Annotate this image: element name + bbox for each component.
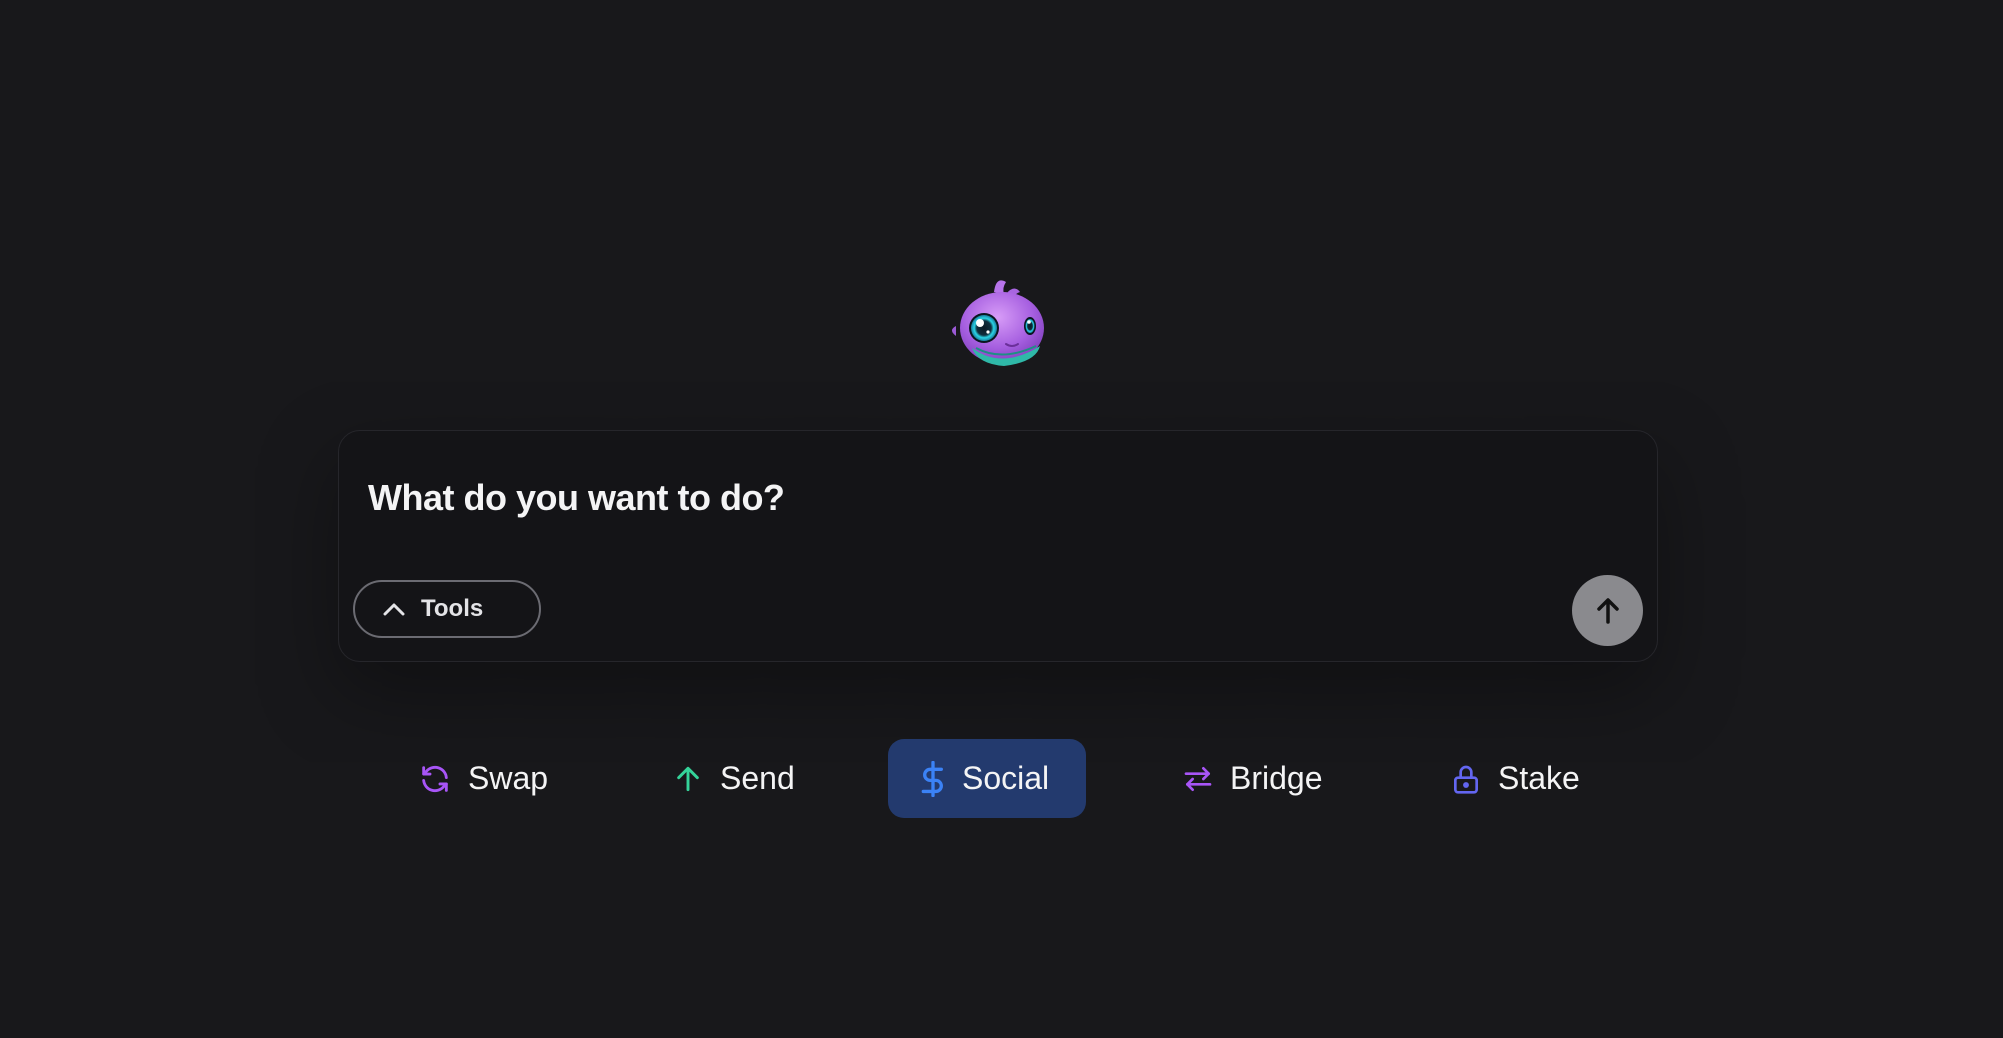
lock-icon (1450, 762, 1482, 796)
social-action-button[interactable]: Social (888, 739, 1086, 818)
swap-label: Swap (468, 760, 549, 796)
swap-action-button[interactable]: Swap (386, 739, 580, 818)
dino-mascot-icon (952, 280, 1044, 366)
social-label: Social (962, 760, 1050, 796)
tools-label: Tools (421, 595, 484, 622)
prompt-input[interactable] (368, 477, 1368, 519)
bridge-label: Bridge (1230, 760, 1323, 796)
tools-button[interactable]: Tools (353, 580, 541, 638)
swap-arrows-icon (1182, 763, 1214, 795)
stake-label: Stake (1498, 760, 1580, 796)
stake-action-button[interactable]: Stake (1418, 739, 1612, 818)
dollar-icon (920, 760, 946, 797)
app-page: Tools Swap (0, 0, 2003, 1038)
refresh-icon (418, 762, 452, 796)
quick-actions: Swap Send Social Bridge Stake (0, 739, 2003, 819)
chevron-up-icon (383, 602, 405, 616)
arrow-up-icon (1595, 597, 1621, 625)
bridge-action-button[interactable]: Bridge (1150, 739, 1355, 818)
send-action-button[interactable]: Send (640, 739, 827, 818)
arrow-up-icon (672, 762, 704, 796)
send-label: Send (720, 760, 795, 796)
prompt-composer: Tools (338, 430, 1658, 662)
submit-button[interactable] (1572, 575, 1643, 646)
